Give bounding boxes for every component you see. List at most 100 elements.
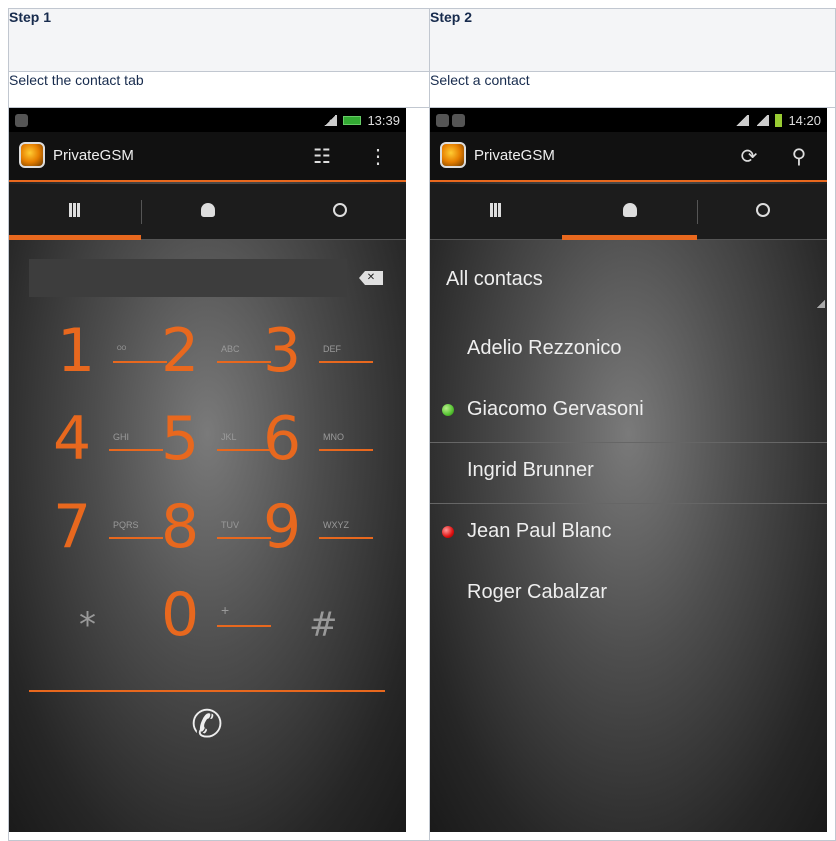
keypad-icon [69,203,81,218]
contact-name: Adelio Rezzonico [467,337,622,359]
contact-name: Jean Paul Blanc [467,520,612,542]
key-digit: 8 [161,492,200,562]
key-letters: MNO [323,432,344,442]
key-digit: 4 [53,404,92,474]
privategsm-logo-icon [19,142,45,168]
dropdown-corner-icon [817,300,825,308]
key-letters: GHI [113,432,130,442]
app-title: PrivateGSM [474,147,555,164]
step1-header: Step 1 [8,8,430,72]
tab-contacts[interactable] [562,184,697,240]
contact-row[interactable]: Ingrid Brunner [430,443,827,504]
history-icon [755,203,770,218]
key-underline [319,449,373,451]
key-hash[interactable]: # [259,580,369,652]
battery-icon [775,114,783,127]
app-notification-icon [452,114,465,128]
contact-row[interactable]: Giacomo Gervasoni [430,382,827,443]
group-selector[interactable]: All contacs [446,268,543,291]
battery-icon [343,116,362,125]
overflow-menu-icon[interactable]: ⋮ [365,144,391,170]
key-6[interactable]: 6 MNO [263,404,373,476]
key-1[interactable]: 1 ᴼᴼ [57,316,167,388]
wifi-icon [735,115,750,126]
contact-name: Ingrid Brunner [467,459,594,481]
app-notification-icon [15,114,28,128]
settings-sliders-icon[interactable]: ☷ [309,144,335,170]
key-4[interactable]: 4 GHI [53,404,163,476]
status-time: 13:39 [367,113,400,128]
sync-icon[interactable]: ⟳ [736,144,762,170]
call-phone-icon[interactable]: ✆ [185,702,229,750]
history-icon [333,203,347,218]
action-bar: PrivateGSM ⟳ ⚲ [430,132,827,182]
contacts-icon [201,203,215,218]
number-input[interactable] [29,259,347,297]
keypad-divider [29,690,385,692]
key-digit: 1 [57,316,96,386]
contact-name: Giacomo Gervasoni [467,398,644,420]
key-letters: WXYZ [323,520,349,530]
gallery-notification-icon [436,114,449,128]
contact-row[interactable]: Jean Paul Blanc [430,504,827,565]
key-underline [113,361,167,363]
key-7[interactable]: 7 PQRS [53,492,163,564]
tab-keypad[interactable] [9,184,141,240]
key-letters: PQRS [113,520,139,530]
contact-row[interactable]: Roger Cabalzar [430,565,827,626]
action-bar: PrivateGSM ☷ ⋮ [9,132,406,182]
key-underline [109,537,163,539]
step2-header: Step 2 [429,8,836,72]
key-underline [319,537,373,539]
tab-bar [9,184,406,240]
steps-table: Step 1 Step 2 Select the contact tab Sel… [8,8,836,841]
status-time: 14:20 [788,113,821,128]
key-digit: * [79,605,96,645]
key-digit: 3 [263,316,302,386]
status-bar: 14:20 [430,108,827,132]
key-digit: 9 [263,492,302,562]
phone-screenshot-contacts: 14:20 PrivateGSM ⟳ ⚲ All contacs Adelio … [430,108,827,832]
busy-status-icon [442,526,454,538]
key-5[interactable]: 5 JKL [161,404,271,476]
tab-history[interactable] [274,184,406,240]
tab-bar [430,184,827,240]
contact-name: Roger Cabalzar [467,581,608,603]
key-2[interactable]: 2 ABC [161,316,271,388]
key-8[interactable]: 8 TUV [161,492,271,564]
online-status-icon [442,404,454,416]
key-digit: 0 [161,580,200,650]
key-letters: DEF [323,344,341,354]
keypad-icon [490,203,502,218]
key-letters: ᴼᴼ [117,344,127,354]
key-underline [109,449,163,451]
key-star[interactable]: * [29,580,139,652]
step1-description: Select the contact tab [8,71,430,108]
key-digit: 2 [161,316,200,386]
step2-description: Select a contact [429,71,836,108]
key-0[interactable]: 0 + [161,580,271,652]
contact-row[interactable]: Adelio Rezzonico [430,321,827,382]
tab-history[interactable] [698,184,827,240]
status-bar: 13:39 [9,108,406,132]
search-icon[interactable]: ⚲ [786,144,812,170]
contacts-icon [622,203,637,218]
key-digit: 7 [53,492,92,562]
signal-icon [755,115,770,126]
key-letters: JKL [221,432,237,442]
key-letters: + [221,602,230,618]
key-digit: # [309,605,338,645]
key-underline [319,361,373,363]
key-letters: TUV [221,520,239,530]
phone-screenshot-dialer: 13:39 PrivateGSM ☷ ⋮ ✕ 1 ᴼᴼ 2 ABC 3 DEF … [9,108,406,832]
app-title: PrivateGSM [53,147,134,164]
backspace-icon[interactable]: ✕ [359,271,383,285]
key-digit: 6 [263,404,302,474]
key-digit: 5 [161,404,200,474]
key-9[interactable]: 9 WXYZ [263,492,373,564]
tab-contacts[interactable] [142,184,274,240]
tab-keypad[interactable] [430,184,562,240]
key-3[interactable]: 3 DEF [263,316,373,388]
signal-icon [323,115,338,126]
privategsm-logo-icon [440,142,466,168]
